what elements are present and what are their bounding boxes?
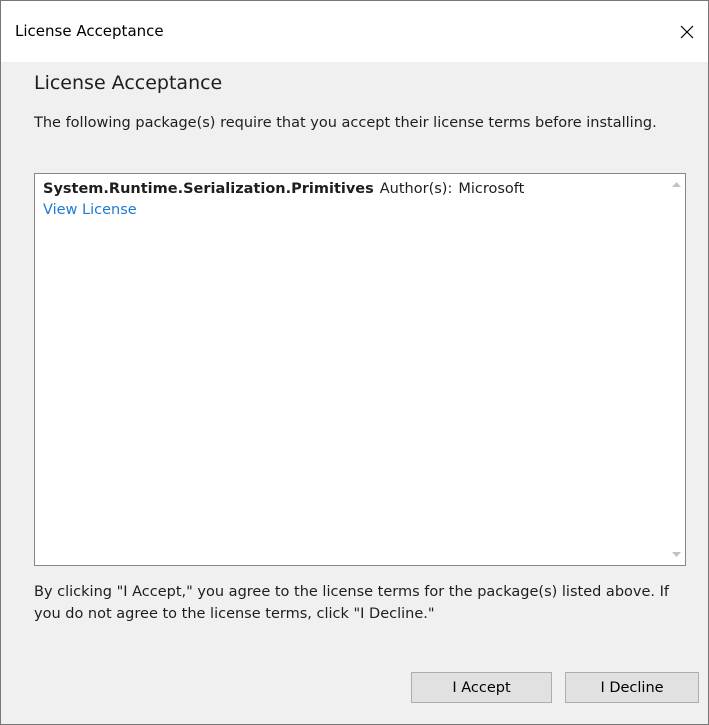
package-list[interactable]: System.Runtime.Serialization.Primitives A… (34, 173, 686, 566)
license-acceptance-dialog: License Acceptance License Acceptance Th… (0, 0, 709, 725)
vertical-scrollbar[interactable] (668, 174, 685, 565)
view-license-link[interactable]: View License (43, 200, 137, 220)
window-title: License Acceptance (15, 22, 164, 40)
close-icon (680, 25, 694, 39)
chevron-down-icon (672, 552, 681, 557)
chevron-up-icon (672, 182, 681, 187)
author-label: Author(s): (379, 181, 453, 197)
close-button[interactable] (666, 9, 708, 55)
title-bar: License Acceptance (1, 1, 708, 62)
scroll-up-button[interactable] (668, 176, 685, 193)
list-item: System.Runtime.Serialization.Primitives A… (43, 179, 661, 220)
decline-button[interactable]: I Decline (565, 672, 699, 703)
accept-button[interactable]: I Accept (411, 672, 552, 703)
dialog-description: The following package(s) require that yo… (34, 115, 657, 131)
scroll-down-button[interactable] (668, 546, 685, 563)
license-agreement-text: By clicking "I Accept," you agree to the… (34, 584, 669, 622)
package-author: Microsoft (458, 181, 525, 197)
package-info-line: System.Runtime.Serialization.Primitives A… (43, 179, 661, 199)
package-name: System.Runtime.Serialization.Primitives (43, 181, 374, 197)
dialog-heading: License Acceptance (34, 72, 223, 94)
